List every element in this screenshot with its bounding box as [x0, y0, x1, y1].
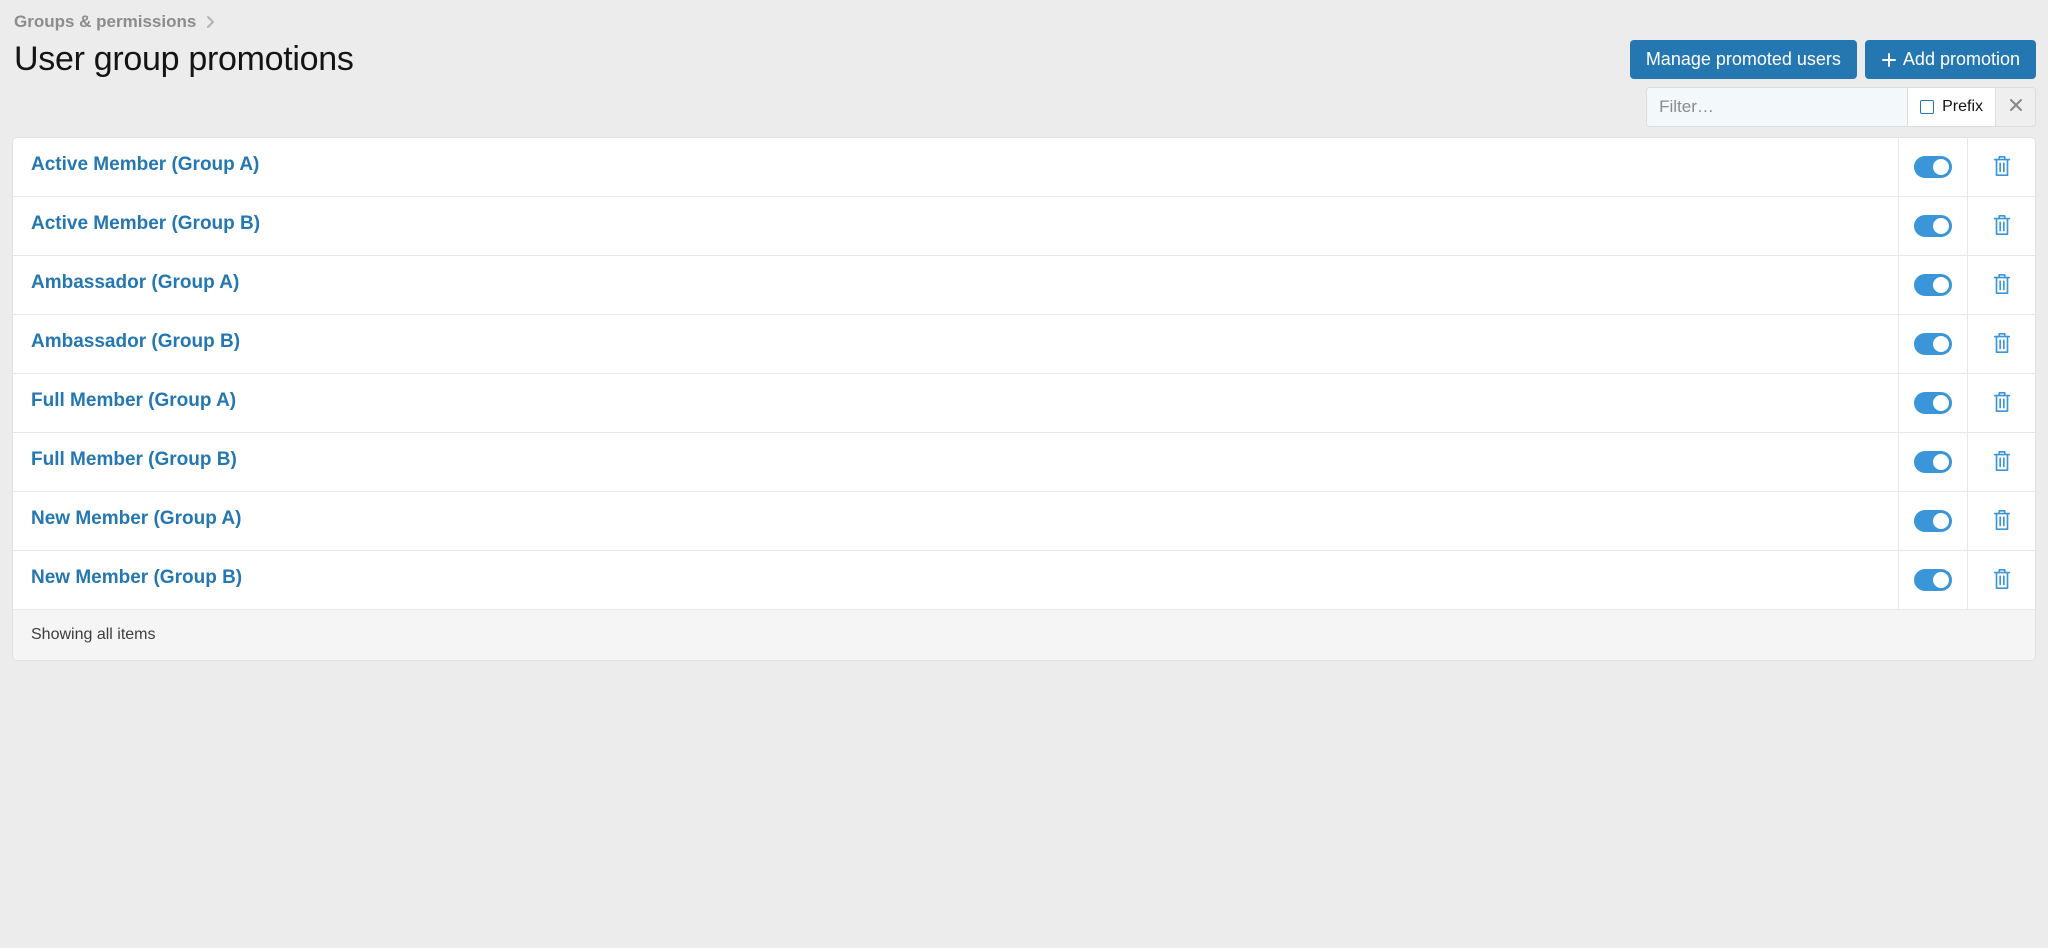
- delete-cell: [1967, 374, 2035, 432]
- promotion-row: New Member (Group B): [13, 551, 2035, 610]
- promotion-row-controls: [1898, 374, 2035, 432]
- manage-promoted-users-button[interactable]: Manage promoted users: [1630, 40, 1857, 79]
- manage-promoted-users-label: Manage promoted users: [1646, 49, 1841, 70]
- promotion-row: Active Member (Group A): [13, 138, 2035, 197]
- promotion-row-controls: [1898, 492, 2035, 550]
- promotion-row-controls: [1898, 433, 2035, 491]
- delete-button[interactable]: [1991, 390, 2013, 417]
- close-icon: [2009, 98, 2023, 117]
- promotion-title[interactable]: Active Member (Group A): [13, 138, 1898, 196]
- enabled-toggle[interactable]: [1914, 569, 1952, 591]
- promotion-row: Ambassador (Group B): [13, 315, 2035, 374]
- promotions-list: Active Member (Group A)Active Member (Gr…: [13, 138, 2035, 610]
- delete-button[interactable]: [1991, 154, 2013, 181]
- toggle-cell: [1899, 138, 1967, 196]
- chevron-right-icon: [206, 15, 215, 29]
- delete-button[interactable]: [1991, 449, 2013, 476]
- delete-cell: [1967, 256, 2035, 314]
- enabled-toggle[interactable]: [1914, 333, 1952, 355]
- filter-box: Prefix: [1646, 87, 2036, 127]
- add-promotion-label: Add promotion: [1903, 49, 2020, 70]
- toggle-cell: [1899, 256, 1967, 314]
- toggle-cell: [1899, 492, 1967, 550]
- enabled-toggle[interactable]: [1914, 274, 1952, 296]
- delete-button[interactable]: [1991, 567, 2013, 594]
- delete-button[interactable]: [1991, 331, 2013, 358]
- promotion-row-controls: [1898, 315, 2035, 373]
- promotion-title[interactable]: Active Member (Group B): [13, 197, 1898, 255]
- header-actions: Manage promoted users Add promotion: [1630, 40, 2036, 79]
- breadcrumb: Groups & permissions: [12, 12, 2036, 32]
- trash-icon: [1991, 449, 2013, 476]
- filter-input[interactable]: [1647, 88, 1907, 126]
- promotion-row: Full Member (Group B): [13, 433, 2035, 492]
- delete-cell: [1967, 315, 2035, 373]
- prefix-toggle[interactable]: Prefix: [1907, 88, 1995, 126]
- delete-cell: [1967, 492, 2035, 550]
- promotion-title[interactable]: Full Member (Group A): [13, 374, 1898, 432]
- delete-cell: [1967, 197, 2035, 255]
- clear-filter-button[interactable]: [1995, 88, 2035, 126]
- checkbox-icon: [1920, 100, 1934, 114]
- trash-icon: [1991, 331, 2013, 358]
- add-promotion-button[interactable]: Add promotion: [1865, 40, 2036, 79]
- toggle-cell: [1899, 374, 1967, 432]
- promotion-row-controls: [1898, 138, 2035, 196]
- promotion-title[interactable]: Full Member (Group B): [13, 433, 1898, 491]
- enabled-toggle[interactable]: [1914, 156, 1952, 178]
- trash-icon: [1991, 154, 2013, 181]
- toggle-cell: [1899, 315, 1967, 373]
- trash-icon: [1991, 567, 2013, 594]
- enabled-toggle[interactable]: [1914, 451, 1952, 473]
- enabled-toggle[interactable]: [1914, 510, 1952, 532]
- promotion-title[interactable]: New Member (Group B): [13, 551, 1898, 609]
- promotion-row-controls: [1898, 256, 2035, 314]
- prefix-label: Prefix: [1942, 98, 1983, 116]
- promotion-row: Active Member (Group B): [13, 197, 2035, 256]
- delete-cell: [1967, 551, 2035, 609]
- list-footer-status: Showing all items: [13, 610, 2035, 660]
- trash-icon: [1991, 213, 2013, 240]
- trash-icon: [1991, 390, 2013, 417]
- delete-button[interactable]: [1991, 272, 2013, 299]
- plus-icon: [1881, 52, 1897, 68]
- promotion-row-controls: [1898, 551, 2035, 609]
- promotion-row: New Member (Group A): [13, 492, 2035, 551]
- page-title: User group promotions: [12, 40, 354, 79]
- enabled-toggle[interactable]: [1914, 215, 1952, 237]
- toggle-cell: [1899, 197, 1967, 255]
- trash-icon: [1991, 508, 2013, 535]
- promotion-row: Full Member (Group A): [13, 374, 2035, 433]
- delete-cell: [1967, 138, 2035, 196]
- enabled-toggle[interactable]: [1914, 392, 1952, 414]
- promotion-title[interactable]: Ambassador (Group B): [13, 315, 1898, 373]
- breadcrumb-parent[interactable]: Groups & permissions: [14, 12, 196, 32]
- delete-cell: [1967, 433, 2035, 491]
- promotion-title[interactable]: Ambassador (Group A): [13, 256, 1898, 314]
- promotion-row: Ambassador (Group A): [13, 256, 2035, 315]
- toggle-cell: [1899, 433, 1967, 491]
- delete-button[interactable]: [1991, 213, 2013, 240]
- promotion-title[interactable]: New Member (Group A): [13, 492, 1898, 550]
- trash-icon: [1991, 272, 2013, 299]
- promotions-panel: Active Member (Group A)Active Member (Gr…: [12, 137, 2036, 661]
- delete-button[interactable]: [1991, 508, 2013, 535]
- promotion-row-controls: [1898, 197, 2035, 255]
- toggle-cell: [1899, 551, 1967, 609]
